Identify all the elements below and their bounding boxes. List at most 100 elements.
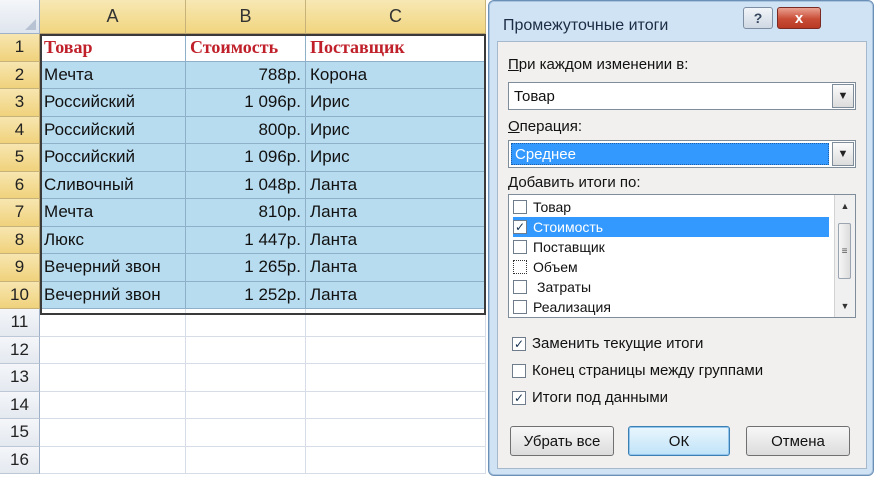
data-cell-b[interactable]: 1 252р.: [186, 281, 306, 309]
data-cell-a[interactable]: Российский: [40, 144, 186, 172]
field-item[interactable]: Поставщик: [513, 237, 829, 257]
page-break-checkbox[interactable]: [512, 363, 526, 378]
empty-cell[interactable]: [186, 419, 306, 447]
row-header[interactable]: 11: [0, 309, 40, 337]
header-cell-a[interactable]: Товар: [40, 34, 186, 62]
empty-cell[interactable]: [306, 309, 486, 337]
data-cell-c[interactable]: Ирис: [306, 116, 486, 144]
scroll-down-icon[interactable]: ▼: [835, 297, 855, 315]
field-item[interactable]: Объем: [513, 257, 829, 277]
close-button[interactable]: x: [777, 7, 821, 29]
select-all-corner[interactable]: [0, 0, 40, 34]
replace-current-checkbox[interactable]: ✓: [512, 336, 526, 351]
row-header[interactable]: 14: [0, 391, 40, 419]
data-cell-b[interactable]: 1 447р.: [186, 226, 306, 254]
data-cell-c[interactable]: Ланта: [306, 171, 486, 199]
row-header[interactable]: 3: [0, 89, 40, 117]
cancel-button[interactable]: Отмена: [746, 426, 850, 456]
empty-cell[interactable]: [40, 309, 186, 337]
summary-below-option[interactable]: ✓ Итоги под данными: [512, 389, 668, 406]
empty-cell[interactable]: [306, 446, 486, 474]
fields-listbox[interactable]: Товар ✓ Стоимость Поставщик Объем Затраты Реал…: [508, 194, 856, 318]
field-checkbox[interactable]: [513, 300, 527, 314]
field-checkbox[interactable]: [513, 200, 527, 214]
header-cell-b[interactable]: Стоимость: [186, 34, 306, 62]
data-cell-b[interactable]: 1 096р.: [186, 144, 306, 172]
data-cell-a[interactable]: Сливочный: [40, 171, 186, 199]
column-header-b[interactable]: B: [186, 0, 306, 34]
data-cell-a[interactable]: Мечта: [40, 61, 186, 89]
remove-all-button[interactable]: Убрать все: [510, 426, 614, 456]
empty-cell[interactable]: [306, 364, 486, 392]
field-item[interactable]: Реализация: [513, 297, 829, 317]
empty-cell[interactable]: [40, 364, 186, 392]
row-header[interactable]: 9: [0, 254, 40, 282]
field-checkbox[interactable]: [513, 260, 527, 274]
row-header[interactable]: 5: [0, 144, 40, 172]
data-cell-b[interactable]: 1 265р.: [186, 254, 306, 282]
ok-button[interactable]: ОК: [628, 426, 730, 456]
function-select[interactable]: Среднее ▼: [508, 140, 856, 168]
data-cell-a[interactable]: Мечта: [40, 199, 186, 227]
field-checkbox[interactable]: [513, 240, 527, 254]
data-cell-a[interactable]: Российский: [40, 116, 186, 144]
row-header[interactable]: 13: [0, 364, 40, 392]
data-cell-c[interactable]: Ирис: [306, 144, 486, 172]
empty-cell[interactable]: [40, 419, 186, 447]
column-header-c[interactable]: C: [306, 0, 486, 34]
field-checkbox[interactable]: [513, 280, 527, 294]
field-checkbox[interactable]: ✓: [513, 220, 527, 234]
replace-current-option[interactable]: ✓ Заменить текущие итоги: [512, 335, 703, 352]
row-header[interactable]: 7: [0, 199, 40, 227]
data-cell-a[interactable]: Вечерний звон: [40, 281, 186, 309]
function-dropdown-arrow[interactable]: ▼: [832, 142, 854, 166]
help-button[interactable]: ?: [743, 7, 773, 29]
empty-cell[interactable]: [186, 364, 306, 392]
row-header[interactable]: 12: [0, 336, 40, 364]
data-cell-a[interactable]: Российский: [40, 89, 186, 117]
data-cell-c[interactable]: Корона: [306, 61, 486, 89]
data-cell-b[interactable]: 800р.: [186, 116, 306, 144]
data-cell-b[interactable]: 1 096р.: [186, 89, 306, 117]
empty-cell[interactable]: [186, 446, 306, 474]
empty-cell[interactable]: [186, 391, 306, 419]
data-cell-b[interactable]: 788р.: [186, 61, 306, 89]
fields-scrollbar[interactable]: ▲ ≡ ▼: [834, 195, 855, 317]
row-header[interactable]: 4: [0, 116, 40, 144]
data-cell-a[interactable]: Люкс: [40, 226, 186, 254]
empty-cell[interactable]: [306, 419, 486, 447]
data-cell-b[interactable]: 1 048р.: [186, 171, 306, 199]
empty-cell[interactable]: [40, 391, 186, 419]
group-by-dropdown-arrow[interactable]: ▼: [832, 84, 854, 108]
scroll-up-icon[interactable]: ▲: [835, 197, 855, 215]
row-header[interactable]: 10: [0, 281, 40, 309]
empty-cell[interactable]: [306, 336, 486, 364]
row-header[interactable]: 6: [0, 171, 40, 199]
data-cell-c[interactable]: Ланта: [306, 199, 486, 227]
column-header-a[interactable]: A: [40, 0, 186, 34]
data-cell-c[interactable]: Ирис: [306, 89, 486, 117]
group-by-select[interactable]: Товар ▼: [508, 82, 856, 110]
row-header[interactable]: 2: [0, 61, 40, 89]
data-cell-a[interactable]: Вечерний звон: [40, 254, 186, 282]
empty-cell[interactable]: [40, 446, 186, 474]
header-cell-c[interactable]: Поставщик: [306, 34, 486, 62]
empty-cell[interactable]: [40, 336, 186, 364]
empty-cell[interactable]: [306, 391, 486, 419]
data-cell-c[interactable]: Ланта: [306, 254, 486, 282]
data-cell-c[interactable]: Ланта: [306, 226, 486, 254]
field-item[interactable]: Товар: [513, 197, 829, 217]
empty-cell[interactable]: [186, 336, 306, 364]
data-cell-b[interactable]: 810р.: [186, 199, 306, 227]
row-header[interactable]: 16: [0, 446, 40, 474]
scroll-thumb[interactable]: ≡: [838, 223, 851, 279]
field-item[interactable]: Затраты: [513, 277, 829, 297]
page-break-option[interactable]: Конец страницы между группами: [512, 362, 763, 379]
summary-below-checkbox[interactable]: ✓: [512, 390, 526, 405]
field-item[interactable]: ✓ Стоимость: [513, 217, 829, 237]
row-header[interactable]: 8: [0, 226, 40, 254]
empty-cell[interactable]: [186, 309, 306, 337]
row-header[interactable]: 15: [0, 419, 40, 447]
data-cell-c[interactable]: Ланта: [306, 281, 486, 309]
row-header[interactable]: 1: [0, 34, 40, 62]
